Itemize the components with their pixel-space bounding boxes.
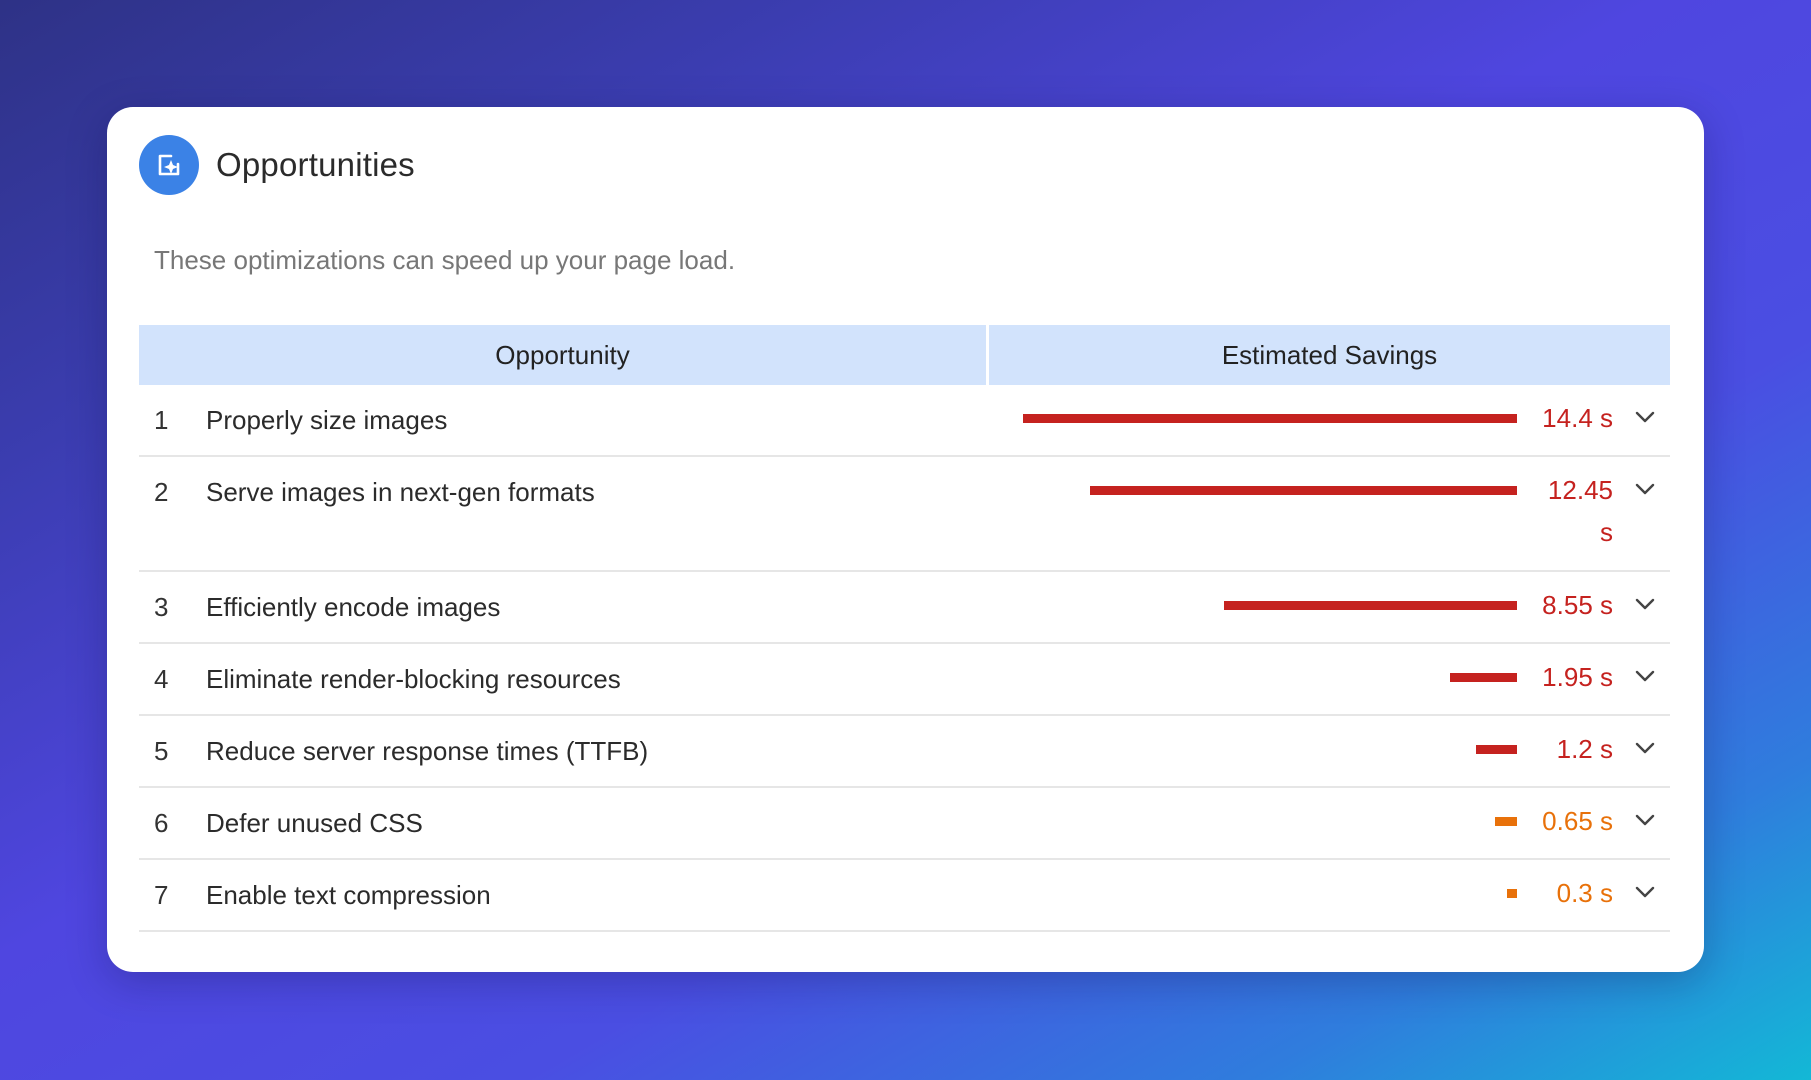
card-header: Opportunities bbox=[139, 135, 415, 195]
savings-value: 8.55 s bbox=[1542, 590, 1613, 620]
savings-bar bbox=[1090, 486, 1517, 495]
row-index: 7 bbox=[154, 880, 169, 910]
opportunity-label: Eliminate render-blocking resources bbox=[206, 664, 621, 694]
page-sparkle-icon bbox=[139, 135, 199, 195]
savings-value: 12.45 s bbox=[1547, 475, 1613, 547]
table-row[interactable]: 5 Reduce server response times (TTFB) 1.2 … bbox=[139, 716, 1670, 788]
savings-bar bbox=[1507, 889, 1517, 898]
chevron-down-icon[interactable] bbox=[1634, 885, 1656, 899]
page-subtitle: These optimizations can speed up your pa… bbox=[154, 245, 736, 275]
opportunity-label: Properly size images bbox=[206, 405, 448, 435]
savings-value: 0.3 s bbox=[1556, 878, 1613, 908]
opportunity-label: Defer unused CSS bbox=[206, 808, 423, 838]
chevron-down-icon[interactable] bbox=[1634, 813, 1656, 827]
opportunities-table: Opportunity Estimated Savings 1 Properly … bbox=[139, 325, 1670, 932]
page-sparkle-icon-glyph bbox=[158, 154, 180, 176]
table-row[interactable]: 2 Serve images in next-gen formats 12.45 s bbox=[139, 457, 1670, 572]
savings-bar bbox=[1495, 817, 1517, 826]
opportunity-label: Reduce server response times (TTFB) bbox=[206, 736, 649, 766]
row-index: 6 bbox=[154, 808, 169, 838]
savings-bar bbox=[1450, 673, 1517, 682]
opportunity-label: Enable text compression bbox=[206, 880, 491, 910]
row-index: 1 bbox=[154, 405, 169, 435]
savings-bar bbox=[1224, 601, 1517, 610]
savings-value: 1.2 s bbox=[1556, 734, 1613, 764]
row-index: 5 bbox=[154, 736, 169, 766]
table-row[interactable]: 6 Defer unused CSS 0.65 s bbox=[139, 788, 1670, 860]
page-title: Opportunities bbox=[216, 146, 415, 183]
opportunities-card: Opportunities These optimizations can sp… bbox=[107, 107, 1704, 972]
row-index: 2 bbox=[154, 477, 169, 507]
table-row[interactable]: 7 Enable text compression 0.3 s bbox=[139, 860, 1670, 932]
chevron-down-icon[interactable] bbox=[1634, 669, 1656, 683]
opportunity-label: Serve images in next-gen formats bbox=[206, 477, 595, 507]
chevron-down-icon[interactable] bbox=[1634, 410, 1656, 424]
column-header-estimated-savings: Estimated Savings bbox=[989, 325, 1670, 385]
opportunity-label: Efficiently encode images bbox=[206, 592, 501, 622]
savings-bar bbox=[1476, 745, 1517, 754]
savings-value: 14.4 s bbox=[1542, 403, 1613, 433]
row-index: 4 bbox=[154, 664, 169, 694]
table-row[interactable]: 4 Eliminate render-blocking resources 1.95… bbox=[139, 644, 1670, 716]
savings-value: 0.65 s bbox=[1542, 806, 1613, 836]
table-header: Opportunity Estimated Savings bbox=[139, 325, 1670, 385]
row-index: 3 bbox=[154, 592, 169, 622]
savings-bar bbox=[1023, 414, 1517, 423]
table-body: 1 Properly size images 14.4 s 2 Serve images… bbox=[139, 385, 1670, 932]
chevron-down-icon[interactable] bbox=[1634, 741, 1656, 755]
chevron-down-icon[interactable] bbox=[1634, 482, 1656, 496]
table-row[interactable]: 1 Properly size images 14.4 s bbox=[139, 385, 1670, 457]
savings-value: 1.95 s bbox=[1542, 662, 1613, 692]
column-header-opportunity: Opportunity bbox=[139, 325, 986, 385]
chevron-down-icon[interactable] bbox=[1634, 597, 1656, 611]
table-row[interactable]: 3 Efficiently encode images 8.55 s bbox=[139, 572, 1670, 644]
